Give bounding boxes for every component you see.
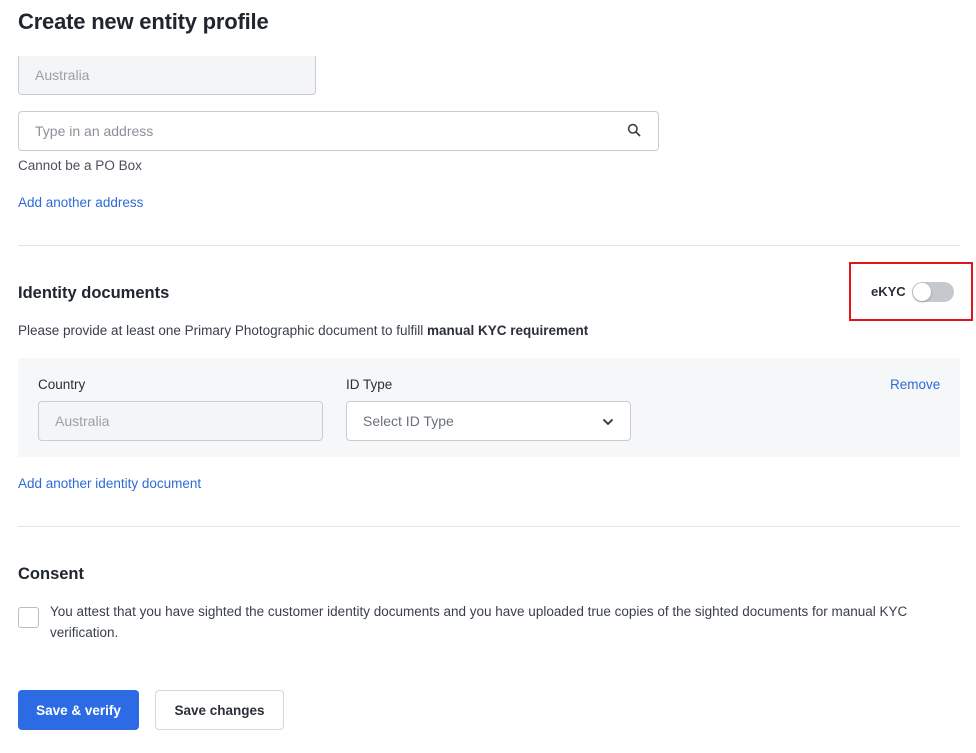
identity-documents-title: Identity documents bbox=[18, 284, 170, 302]
consent-checkbox[interactable] bbox=[18, 607, 39, 628]
consent-text: You attest that you have sighted the cus… bbox=[50, 604, 908, 640]
ekyc-toggle[interactable] bbox=[912, 282, 954, 302]
chevron-down-icon bbox=[603, 419, 613, 425]
document-id-type-label: ID Type bbox=[346, 377, 393, 392]
section-divider bbox=[18, 526, 960, 527]
address-search-field[interactable] bbox=[18, 111, 659, 151]
ekyc-toggle-knob bbox=[913, 283, 931, 301]
id-type-placeholder: Select ID Type bbox=[363, 413, 454, 429]
search-icon[interactable] bbox=[627, 123, 641, 137]
address-input[interactable] bbox=[35, 123, 642, 139]
ekyc-label: eKYC bbox=[871, 284, 906, 299]
ekyc-highlight-box bbox=[849, 262, 973, 321]
identity-description-text: Please provide at least one Primary Phot… bbox=[18, 323, 427, 338]
document-country-label: Country bbox=[38, 377, 86, 392]
id-type-select[interactable]: Select ID Type bbox=[346, 401, 631, 441]
consent-title: Consent bbox=[18, 565, 84, 583]
identity-description-emphasis: manual KYC requirement bbox=[426, 323, 589, 338]
remove-document-link[interactable]: Remove bbox=[890, 377, 940, 392]
add-another-address-link[interactable]: Add another address bbox=[18, 195, 143, 210]
identity-description: Please provide at least one Primary Phot… bbox=[18, 323, 588, 338]
document-country-value: Australia bbox=[55, 413, 110, 429]
save-changes-button[interactable]: Save changes bbox=[155, 690, 284, 730]
section-divider bbox=[18, 245, 960, 246]
add-another-identity-document-link[interactable]: Add another identity document bbox=[18, 476, 201, 491]
save-verify-button[interactable]: Save & verify bbox=[18, 690, 139, 730]
address-helper-text: Cannot be a PO Box bbox=[18, 158, 142, 173]
document-country-field: Australia bbox=[38, 401, 323, 441]
address-country-field: Australia bbox=[18, 56, 316, 95]
page-title: Create new entity profile bbox=[18, 9, 269, 34]
address-country-value: Australia bbox=[35, 67, 90, 83]
